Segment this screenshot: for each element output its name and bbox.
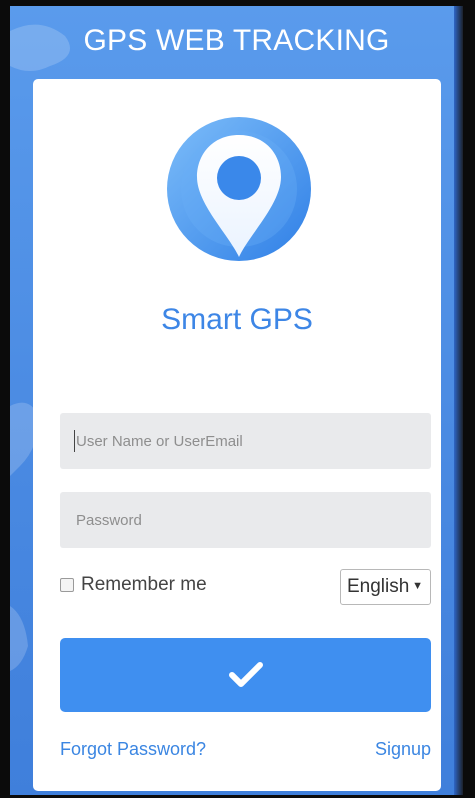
checkmark-icon [228,662,263,687]
username-field[interactable] [60,413,431,469]
dropdown-arrow-icon: ▼ [412,580,423,592]
remember-checkbox[interactable] [60,578,74,592]
password-input[interactable] [74,510,417,530]
login-card: Smart GPS Remember me English ▼ Forgot P… [33,79,441,791]
login-screen: GPS WEB TRACKING Smart GPS User Name or … [10,6,463,795]
remember-label: Remember me [81,574,207,595]
text-cursor [74,430,75,452]
map-pin-icon [166,116,312,262]
remember-me[interactable]: Remember me [60,574,207,596]
login-submit-button[interactable] [60,638,431,712]
forgot-password-link[interactable]: Forgot Password? [60,739,206,760]
password-field[interactable] [60,492,431,548]
signup-link[interactable]: Signup [375,739,431,760]
frame-edge [454,6,463,795]
header-title: GPS WEB TRACKING [83,24,390,57]
brand-name: Smart GPS [161,303,313,336]
language-selected: English [347,576,410,597]
username-input[interactable] [74,431,417,451]
language-select[interactable]: English ▼ [340,569,431,605]
